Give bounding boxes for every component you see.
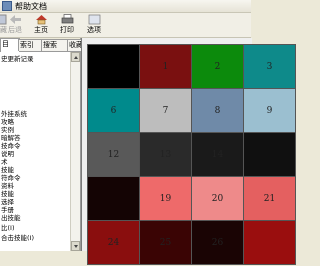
- home-icon: [35, 15, 47, 25]
- help-content-pane: 1 2 3 6 7 8 9 12 13 14 19 20 21 24 25 26: [81, 38, 296, 265]
- nav-tabs: 目 索引 搜索 收藏夹: [0, 38, 83, 52]
- tree-item[interactable]: 合击技能(I): [0, 234, 70, 242]
- color-swatch-grid: 1 2 3 6 7 8 9 12 13 14 19 20 21 24 25 26: [87, 44, 296, 265]
- color-swatch: 8: [191, 88, 244, 133]
- color-swatch: 21: [243, 176, 296, 221]
- color-swatch: 19: [139, 176, 192, 221]
- toolbar: 隐藏 后退 主页 打印 选项: [0, 13, 251, 38]
- color-swatch: 7: [139, 88, 192, 133]
- home-button[interactable]: 主页: [29, 14, 53, 36]
- contents-tree: 史更新记录 外挂系统 攻略 实例 暗解答 技命令 说明 术 技能 符命令 资料 …: [0, 52, 70, 251]
- print-button-label: 打印: [60, 26, 74, 34]
- color-swatch: 1: [139, 44, 192, 89]
- tab-search[interactable]: 搜索: [41, 39, 70, 51]
- color-swatch: [243, 220, 296, 265]
- tree-item[interactable]: 选择: [0, 198, 70, 206]
- tree-item[interactable]: 技能: [0, 190, 70, 198]
- tree-item[interactable]: 出技能: [0, 214, 70, 222]
- app-icon: [2, 1, 12, 11]
- scroll-up-button[interactable]: [71, 52, 80, 62]
- tree-item[interactable]: 说明: [0, 150, 70, 158]
- color-swatch: [87, 44, 140, 89]
- tree-item[interactable]: 实例: [0, 126, 70, 134]
- window-title: 帮助文档: [15, 2, 47, 11]
- color-swatch: 14: [191, 132, 244, 177]
- tree-scrollbar[interactable]: [70, 52, 80, 251]
- color-swatch: 26: [191, 220, 244, 265]
- color-swatch: 12: [87, 132, 140, 177]
- options-icon: [88, 14, 100, 25]
- back-button[interactable]: 后退: [3, 14, 27, 36]
- color-swatch: 6: [87, 88, 140, 133]
- back-button-label: 后退: [8, 26, 22, 34]
- tree-item[interactable]: 外挂系统: [0, 110, 70, 118]
- tree-item[interactable]: [0, 96, 70, 104]
- color-swatch: 24: [87, 220, 140, 265]
- tree-item[interactable]: [0, 88, 70, 96]
- tree-item[interactable]: 技能: [0, 166, 70, 174]
- tree-item[interactable]: [0, 80, 70, 88]
- tree-item[interactable]: 资料: [0, 182, 70, 190]
- tree-item[interactable]: 手册: [0, 206, 70, 214]
- tree-item[interactable]: 符命令: [0, 174, 70, 182]
- color-swatch: [87, 176, 140, 221]
- back-arrow-icon: [9, 15, 21, 24]
- tab-contents[interactable]: 目: [0, 38, 20, 52]
- title-bar: 帮助文档: [0, 0, 251, 13]
- tree-item[interactable]: 术: [0, 158, 70, 166]
- print-button[interactable]: 打印: [55, 14, 79, 36]
- tree-item[interactable]: 暗解答: [0, 134, 70, 142]
- color-swatch: 13: [139, 132, 192, 177]
- tree-item[interactable]: 技命令: [0, 142, 70, 150]
- options-button-label: 选项: [87, 26, 101, 34]
- tab-index[interactable]: 索引: [18, 39, 43, 51]
- tree-item[interactable]: 攻略: [0, 118, 70, 126]
- print-icon: [61, 14, 73, 24]
- color-swatch: [243, 132, 296, 177]
- color-swatch: 9: [243, 88, 296, 133]
- tree-item[interactable]: 比(I): [0, 224, 70, 232]
- color-swatch: 2: [191, 44, 244, 89]
- color-swatch: 3: [243, 44, 296, 89]
- options-button[interactable]: 选项: [82, 14, 106, 36]
- color-swatch: 20: [191, 176, 244, 221]
- navigation-pane: 目 索引 搜索 收藏夹 史更新记录 外挂系统 攻略 实例 暗解答 技命令 说明 …: [0, 38, 83, 251]
- scroll-down-button[interactable]: [71, 241, 80, 251]
- color-swatch: 25: [139, 220, 192, 265]
- tree-item[interactable]: 史更新记录: [0, 55, 70, 63]
- tree-item[interactable]: [0, 64, 70, 72]
- home-button-label: 主页: [34, 26, 48, 34]
- tree-item[interactable]: [0, 72, 70, 80]
